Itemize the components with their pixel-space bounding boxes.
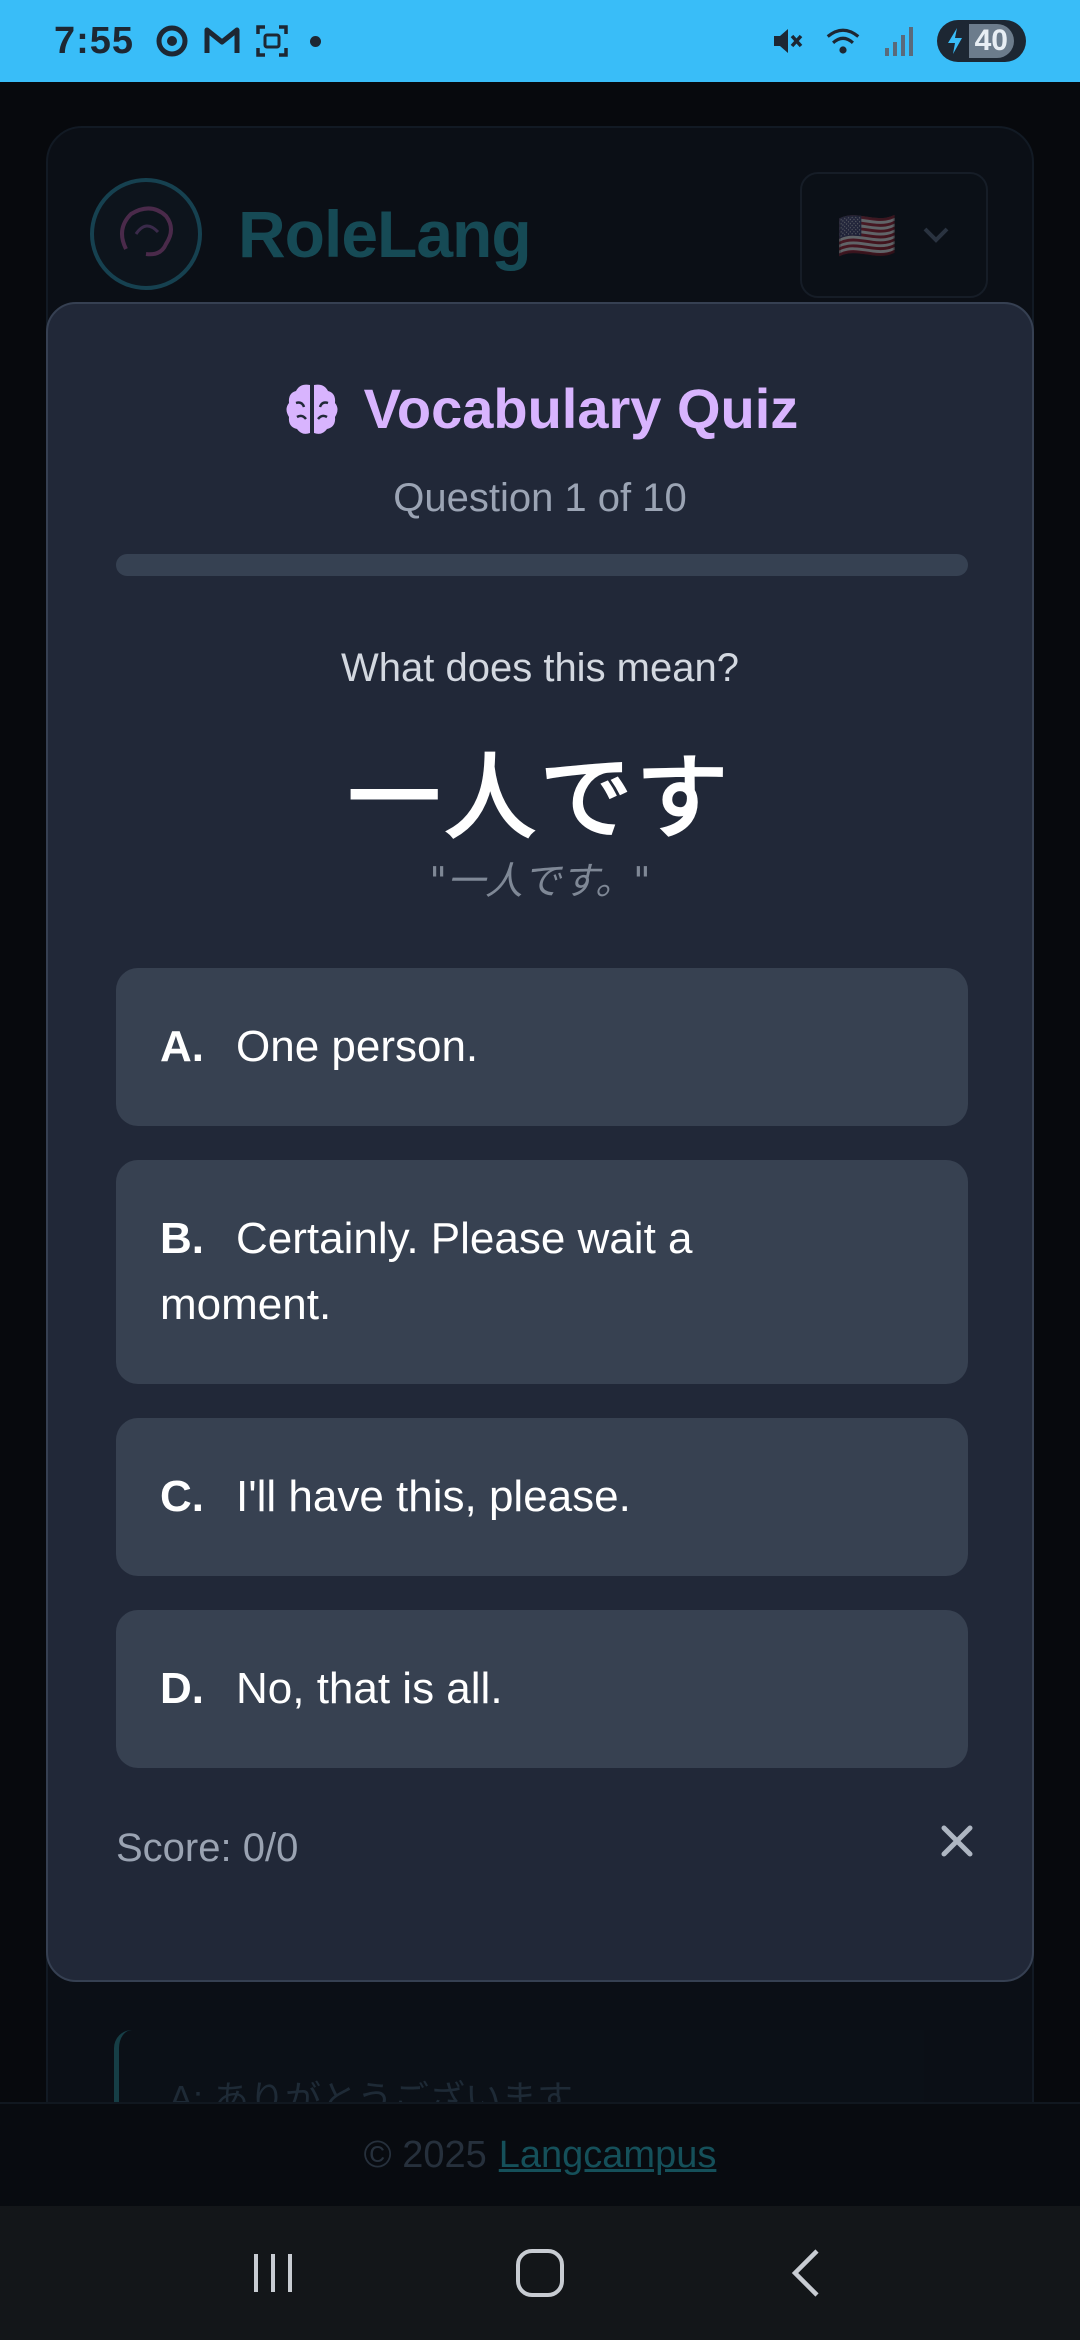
home-button[interactable] [485, 2228, 595, 2318]
option-b[interactable]: B. Certainly. Please wait a moment. [116, 1160, 968, 1384]
chrome-icon [154, 23, 190, 59]
status-bar: 7:55 40 [0, 0, 1080, 82]
language-selector[interactable]: 🇺🇸 [800, 172, 988, 298]
quiz-title: Vocabulary Quiz [48, 376, 1032, 441]
footer: © 2025 Langcampus [0, 2102, 1080, 2206]
footer-link[interactable]: Langcampus [499, 2134, 717, 2177]
option-letter: A. [160, 1022, 204, 1071]
option-text: I'll have this, please. [236, 1472, 631, 1521]
notification-dot [310, 35, 322, 47]
back-button[interactable] [752, 2228, 862, 2318]
recent-apps-button[interactable] [218, 2228, 328, 2318]
mute-icon [769, 23, 805, 59]
battery-indicator: 40 [936, 20, 1026, 62]
status-time: 7:55 [54, 19, 135, 62]
option-c[interactable]: C. I'll have this, please. [116, 1418, 968, 1576]
question-counter: Question 1 of 10 [393, 476, 687, 520]
option-letter: B. [160, 1214, 204, 1263]
status-right: 40 [769, 20, 1026, 62]
status-left-icons [154, 23, 322, 59]
brand-name: RoleLang [238, 197, 532, 271]
close-button[interactable] [926, 1810, 988, 1872]
brand-logo-icon [90, 178, 202, 290]
background-app-header: RoleLang [90, 178, 532, 290]
wifi-icon [825, 23, 861, 59]
question-term: 一人です [347, 745, 732, 852]
battery-level: 40 [968, 24, 1014, 58]
flag-icon: 🇺🇸 [837, 209, 897, 263]
option-text: No, that is all. [236, 1664, 503, 1713]
recent-apps-icon [254, 2254, 293, 2292]
quiz-modal: Vocabulary Quiz Question 1 of 10 What do… [46, 302, 1034, 1982]
back-icon [791, 2249, 819, 2297]
screenshot-icon [254, 23, 290, 59]
option-a[interactable]: A. One person. [116, 968, 968, 1126]
option-text: Certainly. Please wait a moment. [160, 1214, 693, 1329]
option-letter: D. [160, 1664, 204, 1713]
progress-bar [116, 554, 968, 576]
brain-icon [286, 384, 338, 434]
quiz-title-text: Vocabulary Quiz [363, 377, 799, 440]
question-prompt: What does this mean? [341, 646, 739, 690]
home-icon [515, 2249, 564, 2297]
footer-copyright: © 2025 [363, 2133, 487, 2176]
gmail-icon [204, 23, 240, 59]
background-chat-line: A: ありがとうございます [114, 2030, 924, 2110]
screen: 7:55 40 RoleLang 🇺🇸 A: ありがとうございます © 2025… [0, 0, 1080, 2340]
question-reading: "一人です。" [429, 859, 651, 903]
signal-icon [881, 23, 917, 59]
option-letter: C. [160, 1472, 204, 1521]
option-text: One person. [236, 1022, 479, 1071]
chevron-down-icon [923, 227, 949, 243]
close-icon [941, 1825, 973, 1857]
battery-charging-icon [947, 28, 962, 54]
option-d[interactable]: D. No, that is all. [116, 1610, 968, 1768]
score-label: Score: 0/0 [116, 1826, 299, 1870]
system-nav-bar [0, 2206, 1080, 2340]
